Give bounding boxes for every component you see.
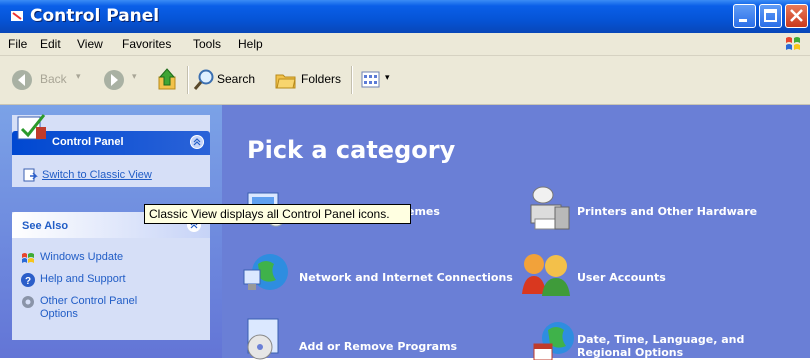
views-icon xyxy=(361,71,380,88)
back-label: Back xyxy=(40,72,67,86)
menu-bar: File Edit View Favorites Tools Help xyxy=(0,33,810,56)
help-support-link[interactable]: ? Help and Support xyxy=(18,272,198,288)
gear-icon xyxy=(22,296,34,308)
windows-update-icon xyxy=(22,253,34,263)
control-panel-box: Control Panel Switch to Classic View xyxy=(12,114,210,187)
control-panel-box-title: Control Panel xyxy=(52,136,124,148)
network-connections-link[interactable]: Network and Internet Connections xyxy=(299,271,513,284)
toolbar: Back ▾ ▾ Search Folders ▾ xyxy=(0,56,810,105)
appearance-themes-link[interactable]: emes xyxy=(407,205,440,218)
control-panel-box-icon xyxy=(17,114,46,140)
close-button[interactable] xyxy=(785,4,808,28)
date-time-icon[interactable] xyxy=(528,316,582,360)
back-button[interactable]: Back ▾ xyxy=(8,67,88,93)
search-button[interactable]: Search xyxy=(192,67,268,93)
forward-button[interactable]: ▾ xyxy=(100,67,146,93)
toolbar-separator xyxy=(187,66,189,94)
see-also-title: See Also xyxy=(22,220,69,232)
views-button[interactable]: ▾ xyxy=(358,67,398,93)
other-options-label: Other Control Panel Options xyxy=(40,295,138,320)
task-pane: Control Panel Switch to Classic View See… xyxy=(0,105,222,358)
search-label: Search xyxy=(217,72,256,86)
toolbar-separator xyxy=(351,66,353,94)
add-remove-programs-icon[interactable] xyxy=(240,317,294,361)
windows-logo-icon xyxy=(786,37,800,50)
menu-edit[interactable]: Edit xyxy=(40,37,61,51)
user-accounts-icon[interactable] xyxy=(518,248,572,300)
printers-hardware-link[interactable]: Printers and Other Hardware xyxy=(577,205,757,218)
minimize-icon xyxy=(739,19,747,22)
windows-update-label: Windows Update xyxy=(40,251,124,263)
switch-view-icon xyxy=(23,168,38,182)
maximize-icon xyxy=(764,9,777,22)
title-bar[interactable]: Control Panel xyxy=(0,0,810,33)
views-dropdown-icon[interactable]: ▾ xyxy=(385,72,390,83)
windows-update-link[interactable]: Windows Update xyxy=(18,250,198,266)
forward-dropdown-icon[interactable]: ▾ xyxy=(132,71,137,82)
maximize-button[interactable] xyxy=(759,4,782,28)
minimize-button[interactable] xyxy=(733,4,756,28)
help-icon: ? xyxy=(21,273,35,287)
back-arrow-icon xyxy=(12,70,32,90)
search-icon xyxy=(193,69,214,90)
up-folder-icon[interactable] xyxy=(156,67,180,93)
back-dropdown-icon[interactable]: ▾ xyxy=(76,71,81,82)
folders-icon xyxy=(275,74,296,89)
svg-text:?: ? xyxy=(25,276,31,287)
chevron-up-icon xyxy=(193,138,201,146)
printer-icon[interactable] xyxy=(521,183,575,235)
tooltip: Classic View displays all Control Panel … xyxy=(144,204,411,224)
network-icon[interactable] xyxy=(240,248,294,298)
switch-classic-view-link[interactable]: Switch to Classic View xyxy=(20,167,200,183)
control-panel-icon[interactable] xyxy=(10,9,24,23)
forward-arrow-icon xyxy=(104,70,124,90)
switch-classic-view-label: Switch to Classic View xyxy=(42,169,152,181)
user-accounts-link[interactable]: User Accounts xyxy=(577,271,666,284)
menu-tools[interactable]: Tools xyxy=(193,37,221,51)
menu-favorites[interactable]: Favorites xyxy=(122,37,171,51)
menu-file[interactable]: File xyxy=(8,37,27,51)
folders-label: Folders xyxy=(301,72,342,86)
date-time-language-link[interactable]: Date, Time, Language, and Regional Optio… xyxy=(577,333,792,359)
see-also-box: See Also Windows Update ? Help and Suppo… xyxy=(12,212,210,340)
window-title: Control Panel xyxy=(30,6,160,26)
other-options-link[interactable]: Other Control Panel Options xyxy=(18,294,198,324)
page-title: Pick a category xyxy=(247,136,456,164)
collapse-button[interactable] xyxy=(190,135,204,149)
menu-help[interactable]: Help xyxy=(238,37,263,51)
close-icon xyxy=(790,9,803,22)
menu-view[interactable]: View xyxy=(77,37,103,51)
folders-button[interactable]: Folders xyxy=(272,67,352,93)
help-support-label: Help and Support xyxy=(40,273,126,285)
add-remove-programs-link[interactable]: Add or Remove Programs xyxy=(299,340,457,353)
